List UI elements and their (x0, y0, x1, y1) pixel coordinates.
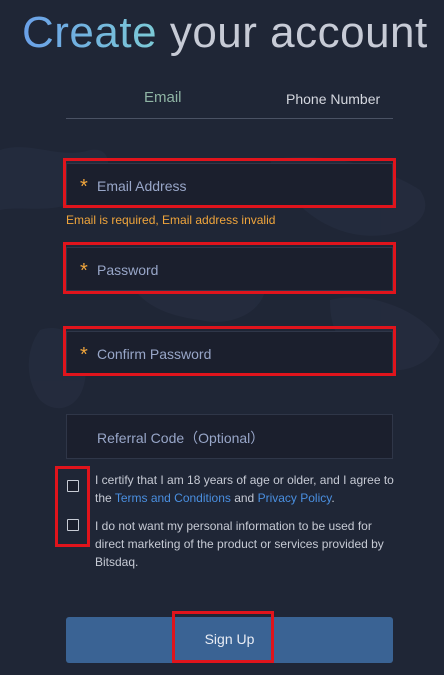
required-marker: * (80, 260, 88, 282)
privacy-policy-link[interactable]: Privacy Policy (258, 491, 332, 505)
agree-end: . (331, 491, 335, 505)
confirm-password-placeholder: Confirm Password (97, 346, 212, 362)
title-part-account: your account (169, 8, 428, 57)
page-title: Create your account (22, 8, 428, 58)
sign-up-button[interactable]: Sign Up (66, 617, 393, 663)
email-placeholder: Email Address (97, 178, 187, 194)
email-error-message: Email is required, Email address invalid (66, 213, 276, 227)
age-terms-text: I certify that I am 18 years of age or o… (95, 471, 405, 507)
agree-and: and (230, 491, 258, 505)
password-field[interactable]: * Password (66, 247, 393, 291)
email-field[interactable]: * Email Address (66, 163, 393, 207)
required-marker: * (80, 176, 88, 198)
sign-up-label: Sign Up (204, 631, 255, 647)
tab-phone-number[interactable]: Phone Number (286, 89, 380, 109)
referral-code-field[interactable]: Referral Code（Optional） (66, 414, 393, 459)
tabs-divider (66, 118, 393, 119)
marketing-optout-checkbox[interactable] (67, 519, 79, 531)
tab-email[interactable]: Email (144, 88, 182, 108)
confirm-password-field[interactable]: * Confirm Password (66, 331, 393, 375)
required-marker: * (80, 344, 88, 366)
terms-link[interactable]: Terms and Conditions (115, 491, 231, 505)
password-placeholder: Password (97, 262, 159, 278)
referral-code-placeholder: Referral Code（Optional） (97, 430, 265, 446)
age-terms-checkbox[interactable] (67, 480, 79, 492)
marketing-optout-text: I do not want my personal information to… (95, 519, 384, 569)
title-part-create: Create (22, 8, 158, 57)
